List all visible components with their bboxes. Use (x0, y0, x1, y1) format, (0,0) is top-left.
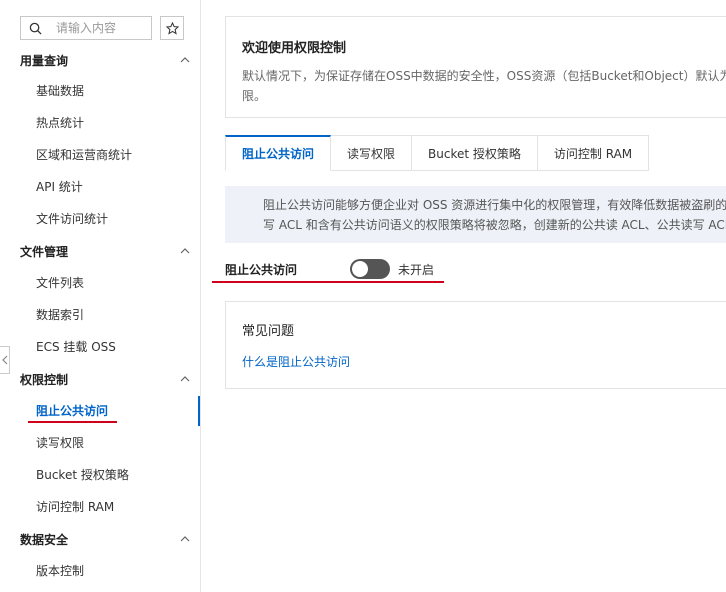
tab-bar: 阻止公共访问 读写权限 Bucket 授权策略 访问控制 RAM (225, 135, 650, 171)
tab-read-write-permission[interactable]: 读写权限 (331, 135, 413, 171)
faq-title: 常见问题 (242, 324, 295, 339)
welcome-card: 欢迎使用权限控制 默认情况下，为保证存储在OSS中数据的安全性，OSS资源（包括… (225, 16, 726, 118)
nav-group-file-management[interactable]: 文件管理 (20, 241, 190, 261)
switch-state-text: 未开启 (398, 262, 435, 277)
sidebar-search-row (20, 16, 184, 40)
sidebar-item-file-list[interactable]: 文件列表 (36, 273, 84, 293)
search-icon (29, 22, 42, 35)
active-indicator (198, 396, 200, 426)
nav-group-usage[interactable]: 用量查询 (20, 50, 190, 70)
search-input[interactable] (56, 21, 146, 35)
search-box[interactable] (20, 16, 152, 40)
welcome-description: 默认情况下，为保证存储在OSS中数据的安全性，OSS资源（包括Bucket和Ob… (242, 69, 726, 83)
chevron-up-icon (180, 248, 190, 254)
nav-group-title: 文件管理 (20, 244, 69, 259)
favorite-button[interactable] (160, 16, 184, 40)
block-public-access-label: 阻止公共访问 (225, 262, 298, 277)
welcome-description-cont: 限。 (242, 89, 267, 103)
sidebar-item-ram[interactable]: 访问控制 RAM (36, 497, 114, 517)
annotation-underline (212, 281, 444, 283)
welcome-title: 欢迎使用权限控制 (242, 41, 347, 56)
main-content: 欢迎使用权限控制 默认情况下，为保证存储在OSS中数据的安全性，OSS资源（包括… (201, 0, 726, 592)
sidebar-item-hotspot-stats[interactable]: 热点统计 (36, 113, 84, 133)
sidebar-item-api-stats[interactable]: API 统计 (36, 177, 83, 197)
annotation-underline (28, 421, 117, 423)
sidebar-item-block-public-access[interactable]: 阻止公共访问 (36, 401, 108, 421)
sidebar-item-versioning[interactable]: 版本控制 (36, 561, 84, 581)
tab-ram[interactable]: 访问控制 RAM (537, 135, 650, 171)
nav-group-data-security[interactable]: 数据安全 (20, 529, 190, 549)
nav-group-title: 权限控制 (20, 372, 69, 387)
nav-group-access-control[interactable]: 权限控制 (20, 369, 190, 389)
sidebar: 用量查询 基础数据 热点统计 区域和运营商统计 API 统计 文件访问统计 文件… (0, 0, 201, 592)
nav-group-title: 数据安全 (20, 532, 69, 547)
sidebar-item-basic-data[interactable]: 基础数据 (36, 81, 84, 101)
tab-block-public-access[interactable]: 阻止公共访问 (225, 135, 332, 171)
chevron-up-icon (180, 536, 190, 542)
block-public-access-switch[interactable] (350, 259, 390, 279)
info-notice: 阻止公共访问能够方便企业对 OSS 资源进行集中化的权限管理，有效降低数据被盗刷… (225, 186, 726, 243)
chevron-up-icon (180, 57, 190, 63)
sidebar-item-read-write-permission[interactable]: 读写权限 (36, 433, 84, 453)
faq-link[interactable]: 什么是阻止公共访问 (242, 353, 726, 370)
info-text-line1: 阻止公共访问能够方便企业对 OSS 资源进行集中化的权限管理，有效降低数据被盗刷… (263, 198, 726, 212)
sidebar-collapse-button[interactable] (0, 346, 10, 374)
chevron-left-icon (1, 355, 7, 365)
chevron-up-icon (180, 376, 190, 382)
sidebar-item-file-access-stats[interactable]: 文件访问统计 (36, 209, 108, 229)
tab-bucket-policy[interactable]: Bucket 授权策略 (412, 135, 538, 171)
sidebar-item-data-index[interactable]: 数据索引 (36, 305, 84, 325)
switch-knob (352, 261, 368, 277)
sidebar-item-bucket-policy[interactable]: Bucket 授权策略 (36, 465, 129, 485)
block-public-access-row: 阻止公共访问 未开启 (225, 258, 434, 280)
nav-group-title: 用量查询 (20, 53, 69, 68)
info-text-line2: 写 ACL 和含有公共访问语义的权限策略将被忽略，创建新的公共读 ACL、公共读… (263, 218, 726, 232)
sidebar-item-region-carrier-stats[interactable]: 区域和运营商统计 (36, 145, 132, 165)
faq-card: 常见问题 什么是阻止公共访问 (225, 301, 726, 389)
star-icon (165, 21, 179, 35)
sidebar-item-ecs-mount[interactable]: ECS 挂载 OSS (36, 337, 116, 357)
